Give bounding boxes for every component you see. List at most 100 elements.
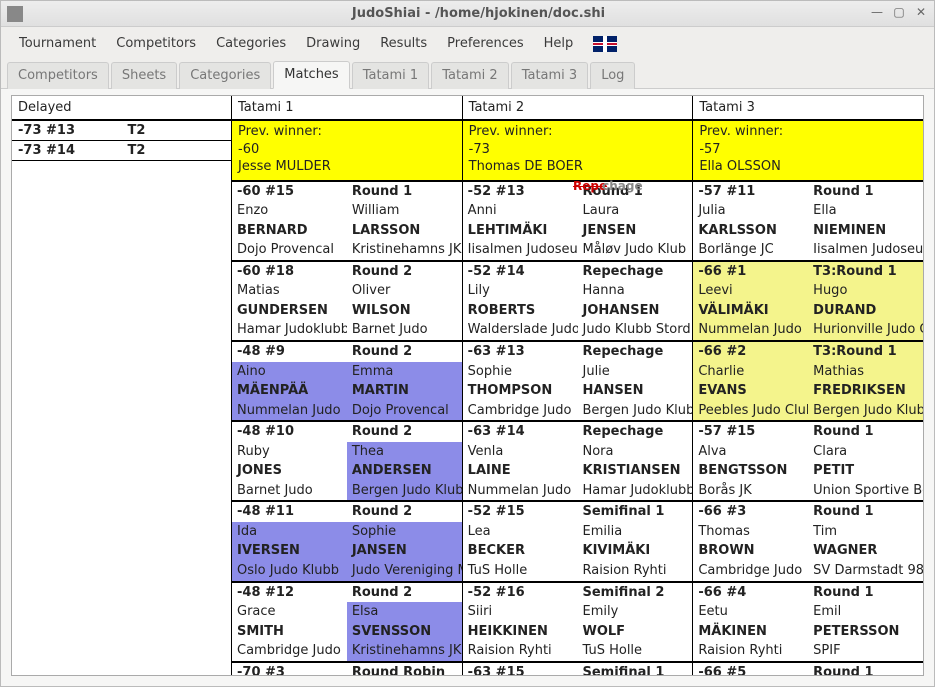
slot-first1: Alva (693, 442, 808, 462)
match-slot[interactable]: -52 #16Semifinal 2SiiriEmilyHEIKKINENWOL… (463, 583, 693, 663)
menu-preferences[interactable]: Preferences (439, 33, 531, 54)
slot-round: Repechage (578, 262, 693, 282)
window-buttons: — ▢ ✕ (870, 5, 928, 19)
menu-competitors[interactable]: Competitors (108, 33, 204, 54)
slot-last1: THOMPSON (463, 381, 578, 401)
slot-round: Round 1 (808, 422, 923, 442)
match-slot[interactable]: -60 #18Round 2MatiasOliverGUNDERSENWILSO… (232, 262, 462, 342)
slot-first1: Anni (463, 201, 578, 221)
prev-label: Prev. winner: (238, 123, 456, 141)
slot-first1: Enzo (232, 201, 347, 221)
slot-last1: EVANS (693, 381, 808, 401)
slot-cat: -60 #18 (232, 262, 347, 282)
tab-categories[interactable]: Categories (179, 62, 271, 89)
menu-drawing[interactable]: Drawing (298, 33, 368, 54)
slot-cat: -66 #1 (693, 262, 808, 282)
delayed-tatami: T2 (122, 141, 232, 160)
prev-label: Prev. winner: (699, 123, 917, 141)
match-slot[interactable]: -66 #4Round 1EetuEmilMÄKINENPETERSSONRai… (693, 583, 923, 663)
match-slot[interactable]: -52 #15Semifinal 1LeaEmiliaBECKERKIVIMÄK… (463, 502, 693, 582)
slot-last1: MÄKINEN (693, 622, 808, 642)
tab-log[interactable]: Log (590, 62, 635, 89)
slot-round: Round 1 (578, 182, 693, 202)
slot-first2: Mathias (808, 362, 923, 382)
slot-club1: Barnet Judo (232, 481, 347, 501)
slot-club2: Raision Ryhti (578, 561, 693, 581)
menu-tournament[interactable]: Tournament (11, 33, 104, 54)
match-slot[interactable]: -66 #5Round 1JoonaDaanUUSITALODE VRIES (693, 663, 923, 675)
slot-last1: LAINE (463, 461, 578, 481)
col-delayed: Delayed -73 #13 T2 -73 #14 T2 (12, 96, 232, 675)
slot-round: Repechage (578, 342, 693, 362)
match-slot[interactable]: -63 #13RepechageSophieJulieTHOMPSONHANSE… (463, 342, 693, 422)
match-slot[interactable]: -48 #12Round 2GraceElsaSMITHSVENSSONCamb… (232, 583, 462, 663)
slot-club1: Oslo Judo Klubb (232, 561, 347, 581)
slot-first1: Julia (693, 201, 808, 221)
slot-round: Round 2 (347, 422, 462, 442)
menu-help[interactable]: Help (536, 33, 582, 54)
match-slot[interactable]: -48 #9Round 2AinoEmmaMÄENPÄÄMARTINNummel… (232, 342, 462, 422)
tab-tatami3[interactable]: Tatami 3 (511, 62, 589, 89)
match-slot[interactable]: -63 #15Semifinal 1ManonMiaROBERTBAUER (463, 663, 693, 675)
tab-competitors[interactable]: Competitors (7, 62, 109, 89)
slot-last2: FREDRIKSEN (808, 381, 923, 401)
slot-first1: Leevi (693, 281, 808, 301)
menu-categories[interactable]: Categories (208, 33, 294, 54)
slot-club2: Måløv Judo Klub (578, 240, 693, 260)
match-slot[interactable]: -57 #11Round 1JuliaEllaKARLSSONNIEMINENB… (693, 182, 923, 262)
slot-club2: SV Darmstadt 98 (808, 561, 923, 581)
slot-last2: PETERSSON (808, 622, 923, 642)
tab-tatami2[interactable]: Tatami 2 (431, 62, 509, 89)
match-slot[interactable]: -48 #11Round 2IdaSophieIVERSENJANSENOslo… (232, 502, 462, 582)
slot-club2: Bergen Judo Klubb (808, 401, 923, 421)
maximize-button[interactable]: ▢ (892, 5, 906, 19)
tabbar: Competitors Sheets Categories Matches Ta… (1, 60, 934, 89)
close-button[interactable]: ✕ (914, 5, 928, 19)
slot-last2: JANSEN (347, 541, 462, 561)
tab-matches[interactable]: Matches (273, 61, 349, 89)
prev-label: Prev. winner: (469, 123, 687, 141)
delayed-cat: -73 #14 (12, 141, 122, 160)
delayed-row[interactable]: -73 #14 T2 (12, 141, 231, 161)
flag-icon[interactable] (593, 36, 617, 52)
slot-first2: Emma (347, 362, 462, 382)
slot-round: Round 2 (347, 583, 462, 603)
slot-last2: JOHANSEN (578, 301, 693, 321)
titlebar: JudoShiai - /home/hjokinen/doc.shi — ▢ ✕ (1, 1, 934, 27)
match-slot[interactable]: -52 #13Round 1AnniLauraLEHTIMÄKIJENSENIi… (463, 182, 693, 262)
slot-round: Semifinal 1 (578, 502, 693, 522)
slot-cat: -52 #14 (463, 262, 578, 282)
match-slot[interactable]: -63 #14RepechageVenlaNoraLAINEKRISTIANSE… (463, 422, 693, 502)
minimize-button[interactable]: — (870, 5, 884, 19)
slot-cat: -66 #5 (693, 663, 808, 675)
menu-results[interactable]: Results (372, 33, 435, 54)
match-slot[interactable]: -66 #1T3:Round 1LeeviHugoVÄLIMÄKIDURANDN… (693, 262, 923, 342)
slot-last2: WILSON (347, 301, 462, 321)
slot-first2: Clara (808, 442, 923, 462)
match-slot[interactable]: -52 #14RepechageLilyHannaROBERTSJOHANSEN… (463, 262, 693, 342)
col-header-tatami1: Tatami 1 (232, 96, 462, 121)
slot-last2: DURAND (808, 301, 923, 321)
slot-round: Round 2 (347, 262, 462, 282)
match-slot[interactable]: -57 #15Round 1AlvaClaraBENGTSSONPETITBor… (693, 422, 923, 502)
tab-tatami1[interactable]: Tatami 1 (352, 62, 430, 89)
menubar: Tournament Competitors Categories Drawin… (1, 27, 934, 60)
prev-winner-tatami2: Prev. winner: -73 Thomas DE BOER (463, 121, 693, 182)
delayed-row[interactable]: -73 #13 T2 (12, 121, 231, 141)
match-slot[interactable]: -66 #2T3:Round 1CharlieMathiasEVANSFREDR… (693, 342, 923, 422)
match-slot[interactable]: -70 #3Round RobinSaraSanneMÄKELÄVAN DIJK (232, 663, 462, 675)
match-slot[interactable]: -60 #15Round 1EnzoWilliamBERNARDLARSSOND… (232, 182, 462, 262)
slot-first2: Emil (808, 602, 923, 622)
slot-cat: -52 #15 (463, 502, 578, 522)
slot-club2: TuS Holle (578, 641, 693, 661)
slot-round: Semifinal 1 (578, 663, 693, 675)
col-header-tatami2: Tatami 2 (463, 96, 693, 121)
slot-last2: MARTIN (347, 381, 462, 401)
match-slot[interactable]: -66 #3Round 1ThomasTimBROWNWAGNERCambrid… (693, 502, 923, 582)
slot-first2: Oliver (347, 281, 462, 301)
match-slot[interactable]: -48 #10Round 2RubyTheaJONESANDERSENBarne… (232, 422, 462, 502)
slot-cat: -48 #12 (232, 583, 347, 603)
slot-round: Round 1 (808, 182, 923, 202)
matches-grid: Delayed -73 #13 T2 -73 #14 T2 Tatami 1 P… (11, 95, 924, 676)
tab-sheets[interactable]: Sheets (111, 62, 177, 89)
